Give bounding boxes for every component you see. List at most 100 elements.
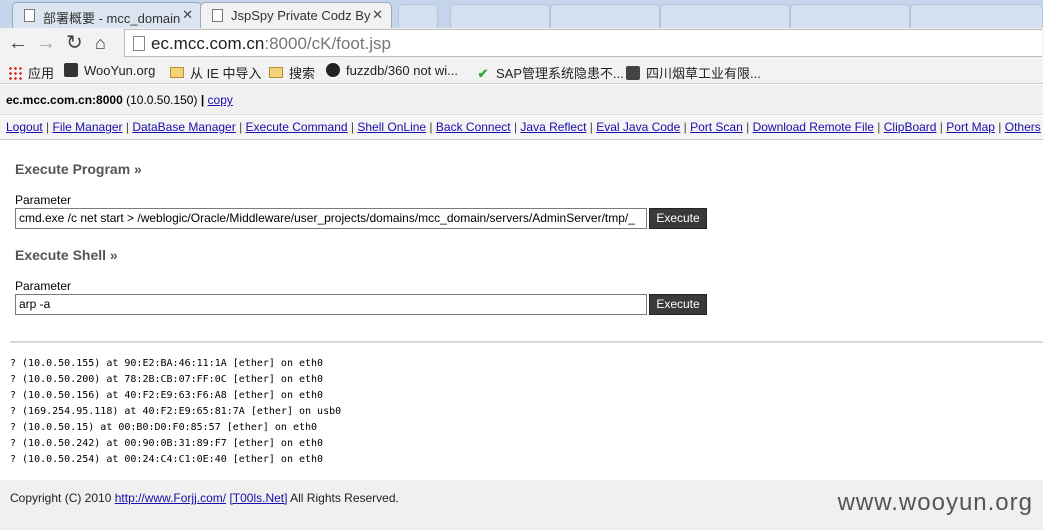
apps-grid-icon [8,66,22,80]
page-icon [212,9,223,22]
nav-link-shell-online[interactable]: Shell OnLine [357,120,426,134]
watermark: www.wooyun.org [837,489,1033,516]
nav-separator: | [426,120,436,134]
page-icon [133,36,145,51]
host-info: ec.mcc.com.cn:8000 (10.0.50.150) | copy [6,93,233,107]
execute-shell-heading: Execute Shell » [15,247,118,263]
output-line: ? (10.0.50.15) at 00:B0:D0:F0:85:57 [eth… [10,422,318,433]
rights-text: All Rights Reserved. [290,491,399,505]
new-tab-button[interactable] [398,4,438,28]
nav-separator: | [510,120,521,134]
nav-link-file-manager[interactable]: File Manager [53,120,123,134]
bookmark-sap[interactable]: ✔ SAP管理系统隐患不... [476,63,624,82]
nav-link-eval-java-code[interactable]: Eval Java Code [596,120,680,134]
nav-link-logout[interactable]: Logout [6,120,43,134]
nav-link-back-connect[interactable]: Back Connect [436,120,511,134]
close-icon[interactable]: ✕ [182,7,193,23]
output-line: ? (10.0.50.242) at 00:90:0B:31:89:F7 [et… [10,438,324,449]
site-favicon [626,66,640,80]
bookmark-import-ie[interactable]: 从 IE 中导入 [170,63,262,82]
output-line: ? (10.0.50.254) at 00:24:C4:C1:0E:40 [et… [10,454,324,465]
bookmark-wooyun[interactable]: WooYun.org [64,63,155,78]
divider [10,341,1043,343]
bookmark-label: WooYun.org [84,63,156,78]
shell-parameter-input[interactable]: arp -a [15,294,647,315]
host-ip: (10.0.50.150) [126,93,198,107]
function-menu: Logout | File Manager | DataBase Manager… [0,116,1043,140]
nav-link-download-remote-file[interactable]: Download Remote File [753,120,874,134]
nav-link-clipboard[interactable]: ClipBoard [884,120,937,134]
bookmark-fuzzdb[interactable]: fuzzdb/360 not wi... [326,63,458,78]
output-line: ? (10.0.50.200) at 78:2B:CB:07:FF:0C [et… [10,374,324,385]
t00ls-link[interactable]: [T00ls.Net] [229,491,287,505]
copyright-label: Copyright (C) 2010 [10,491,112,505]
back-arrow-icon[interactable]: ← [8,32,28,54]
nav-link-port-scan[interactable]: Port Scan [690,120,743,134]
background-tab[interactable] [910,4,1043,28]
output-line: ? (10.0.50.156) at 40:F2:E9:63:F6:A8 [et… [10,390,324,401]
nav-link-java-reflect[interactable]: Java Reflect [520,120,586,134]
bookmarks-bar: 应用 WooYun.org 从 IE 中导入 搜索 fuzzdb/360 not… [0,58,1043,84]
url-text[interactable]: ec.mcc.com.cn:8000/cK/foot.jsp [151,34,391,54]
nav-link-others[interactable]: Others [1005,120,1041,134]
output-line: ? (10.0.50.155) at 90:E2:BA:46:11:1A [et… [10,358,324,369]
execute-program-button[interactable]: Execute [649,208,707,229]
nav-separator: | [347,120,358,134]
address-bar[interactable]: ec.mcc.com.cn:8000/cK/foot.jsp [124,29,1042,57]
tab-strip: 部署概要 - mcc_domain ✕ JspSpy Private Codz … [0,0,1043,28]
nav-separator: | [873,120,884,134]
execute-program-heading: Execute Program » [15,161,142,177]
folder-icon [170,67,184,78]
bookmark-search[interactable]: 搜索 [269,63,315,82]
site-favicon [64,63,78,77]
background-tab[interactable] [790,4,910,28]
copy-link[interactable]: copy [208,93,233,107]
tab-deployment-summary[interactable]: 部署概要 - mcc_domain ✕ [12,2,202,28]
bookmark-apps[interactable]: 应用 [8,63,54,82]
footer: Copyright (C) 2010 http://www.Forjj.com/… [0,480,1043,530]
output-line: ? (169.254.95.118) at 40:F2:E9:65:81:7A … [10,406,342,417]
home-icon[interactable]: ⌂ [95,32,106,54]
nav-separator: | [994,120,1005,134]
checkmark-icon: ✔ [477,66,489,81]
forjj-link[interactable]: http://www.Forjj.com/ [115,491,226,505]
nav-link-execute-command[interactable]: Execute Command [246,120,348,134]
tab-jspspy[interactable]: JspSpy Private Codz By ✕ [200,2,392,28]
host-name: ec.mcc.com.cn:8000 [6,93,123,107]
url-path: :8000/cK/foot.jsp [264,34,391,53]
bookmark-sichuan[interactable]: 四川烟草工业有限... [626,63,761,82]
execute-shell-button[interactable]: Execute [649,294,707,315]
github-icon [326,63,340,77]
nav-link-database-manager[interactable]: DataBase Manager [132,120,235,134]
tab-title: JspSpy Private Codz By [231,8,371,23]
background-tab[interactable] [550,4,660,28]
bookmark-label: 应用 [28,66,55,81]
bookmark-label: SAP管理系统隐患不... [496,66,624,81]
close-icon[interactable]: ✕ [372,7,383,23]
shell-parameter-label: Parameter [15,279,72,293]
nav-separator: | [680,120,691,134]
background-tab[interactable] [660,4,790,28]
folder-icon [269,67,283,78]
url-host: ec.mcc.com.cn [151,34,265,53]
program-parameter-input[interactable]: cmd.exe /c net start > /weblogic/Oracle/… [15,208,647,229]
nav-separator: | [42,120,53,134]
command-output: ? (10.0.50.155) at 90:E2:BA:46:11:1A [et… [10,356,341,468]
page-icon [24,9,35,22]
nav-link-port-map[interactable]: Port Map [946,120,995,134]
bookmark-label: 四川烟草工业有限... [646,66,761,81]
program-parameter-label: Parameter [15,193,72,207]
bookmark-label: 从 IE 中导入 [190,66,262,81]
forward-arrow-icon[interactable]: → [36,32,56,54]
host-info-bar: ec.mcc.com.cn:8000 (10.0.50.150) | copy [0,85,1043,115]
function-menu-row: Logout | File Manager | DataBase Manager… [6,120,1041,134]
background-tab[interactable] [450,4,550,28]
tab-title: 部署概要 - mcc_domain [43,11,181,26]
copyright-text: Copyright (C) 2010 http://www.Forjj.com/… [10,491,399,505]
separator: | [200,93,205,107]
nav-separator: | [586,120,597,134]
bookmark-label: 搜索 [289,66,316,81]
nav-separator: | [742,120,753,134]
nav-separator: | [936,120,947,134]
reload-icon[interactable]: ↻ [66,32,83,54]
